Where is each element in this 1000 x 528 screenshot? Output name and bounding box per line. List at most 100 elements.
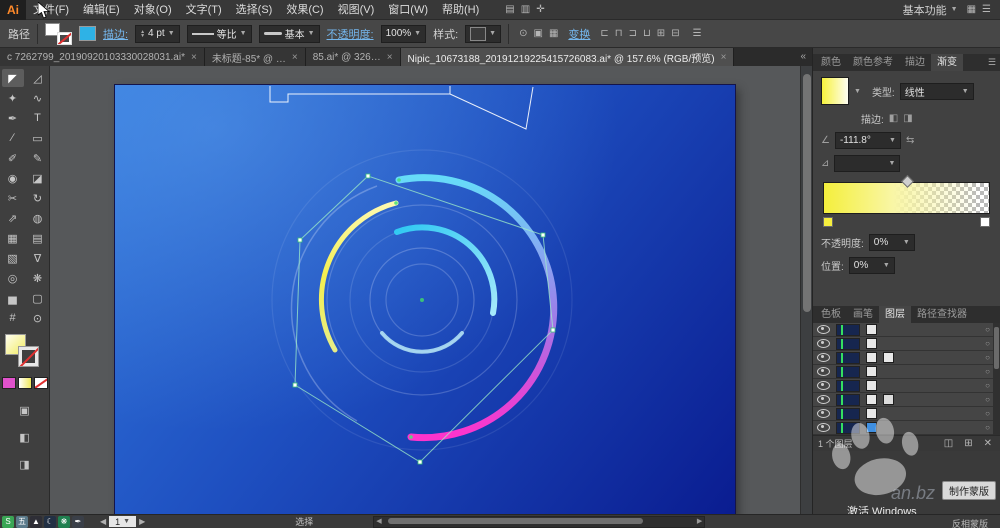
horizontal-scrollbar-thumb[interactable]	[388, 517, 644, 524]
menu-item-6[interactable]: 视图(V)	[331, 0, 382, 20]
visibility-eye-icon[interactable]	[817, 381, 830, 390]
caret-down-icon[interactable]: ▼	[489, 30, 496, 37]
stroke-link[interactable]: 描边:	[103, 26, 128, 42]
caret-down-icon[interactable]: ▼	[414, 30, 421, 37]
visibility-eye-icon[interactable]	[817, 353, 830, 362]
scroll-right-icon[interactable]: ▶	[697, 517, 702, 525]
align-icon-1[interactable]: ⊓	[612, 24, 626, 44]
reverse-gradient-icon[interactable]: ⇆	[906, 135, 914, 146]
next-artboard-icon[interactable]: ▶	[139, 517, 145, 526]
panel-tab2-2[interactable]: 图层	[879, 306, 911, 323]
scale-tool[interactable]: ⇗	[2, 209, 24, 227]
menu-right-icon-1[interactable]: ☰	[979, 0, 994, 20]
menu-item-4[interactable]: 选择(S)	[229, 0, 280, 20]
close-tab-icon[interactable]: ×	[721, 52, 727, 63]
stroke-gradient-across-icon[interactable]: ◨	[903, 113, 912, 124]
close-tab-icon[interactable]: ×	[191, 52, 197, 63]
caret-down-icon[interactable]: ▼	[240, 30, 247, 37]
layers-scrollbar-thumb[interactable]	[994, 327, 999, 369]
toolbar-mode-icon-1[interactable]: ◧	[14, 428, 36, 446]
blend-tool[interactable]: ◎	[2, 269, 24, 287]
document-tab-3[interactable]: Nipic_10673188_20191219225415726083.ai* …	[400, 48, 735, 66]
pencil-tool[interactable]: ✎	[27, 149, 49, 167]
layer-row[interactable]: ○	[813, 337, 1000, 351]
layer-row[interactable]: ○	[813, 323, 1000, 337]
taskbar-icon-4[interactable]: ❋	[58, 515, 70, 528]
toolbar-mode-icon-2[interactable]: ◨	[14, 455, 36, 473]
layer-target-icon[interactable]: ○	[985, 353, 990, 362]
blob-brush-tool[interactable]: ◉	[2, 169, 24, 187]
caret-down-icon[interactable]: ▼	[854, 88, 861, 95]
lasso-tool[interactable]: ∿	[27, 89, 49, 107]
yellow-arc[interactable]	[318, 200, 399, 353]
cyan-arc[interactable]	[394, 224, 498, 316]
menu-item-5[interactable]: 效果(C)	[279, 0, 330, 20]
layers-scrollbar[interactable]	[993, 323, 1000, 435]
scissors-tool[interactable]: ✂	[2, 189, 24, 207]
document-tab-1[interactable]: 未标题-85* @ … ×	[204, 48, 306, 66]
align-icon-2[interactable]: ⊐	[626, 24, 640, 44]
gradient-angle-field[interactable]: -111.8° ▼	[834, 132, 901, 149]
close-tab-icon[interactable]: ×	[292, 52, 298, 63]
menu-right-icon-0[interactable]: ▦	[964, 0, 979, 20]
brush-dropdown[interactable]: 基本 ▼	[258, 24, 320, 43]
panel-tab-2[interactable]: 描边	[899, 54, 931, 71]
control-doc-icon-2[interactable]: ▦	[546, 24, 561, 44]
eraser-tool[interactable]: ◪	[27, 169, 49, 187]
panel-tab-1[interactable]: 颜色参考	[847, 54, 899, 71]
layer-target-icon[interactable]: ○	[985, 395, 990, 404]
menu-bar-icon-0[interactable]: ▤	[502, 0, 517, 20]
visibility-eye-icon[interactable]	[817, 395, 830, 404]
menu-item-8[interactable]: 帮助(H)	[435, 0, 486, 20]
artboard-number-field[interactable]: 1 ▼	[109, 516, 137, 527]
stepper-arrows-icon[interactable]: ▲ ▼	[140, 29, 145, 38]
layer-row[interactable]: ○	[813, 365, 1000, 379]
pen-tool[interactable]: ✒	[2, 109, 24, 127]
canvas-area[interactable]	[50, 66, 812, 514]
menu-item-7[interactable]: 窗口(W)	[381, 0, 435, 20]
panel-tab2-1[interactable]: 画笔	[847, 306, 879, 323]
layer-target-icon[interactable]: ○	[985, 423, 990, 432]
align-icon-4[interactable]: ⊞	[654, 24, 668, 44]
panel-tab-3[interactable]: 渐变	[931, 54, 963, 71]
stroke-weight-field[interactable]: ▲ ▼ 4 pt ▼	[135, 24, 180, 43]
horizontal-scrollbar[interactable]: ◀ ▶	[373, 515, 706, 528]
magic-wand-tool[interactable]: ✦	[2, 89, 24, 107]
opacity-link[interactable]: 不透明度:	[327, 26, 374, 42]
workspace-switcher[interactable]: 基本功能 ▼	[897, 2, 964, 18]
symbol-sprayer-tool[interactable]: ❋	[27, 269, 49, 287]
caret-down-icon[interactable]: ▼	[168, 30, 175, 37]
layer-target-icon[interactable]: ○	[985, 367, 990, 376]
type-tool[interactable]: T	[27, 109, 49, 127]
layer-target-icon[interactable]: ○	[985, 409, 990, 418]
stroke-color-well[interactable]	[79, 26, 96, 41]
zoom-tool[interactable]: ⊙	[27, 309, 49, 327]
align-icon-3[interactable]: ⊔	[640, 24, 654, 44]
paintbrush-tool[interactable]: ✐	[2, 149, 24, 167]
direct-selection-tool[interactable]: ◿	[27, 69, 49, 87]
gradient-stop-right[interactable]	[980, 217, 990, 227]
stroke-well[interactable]	[18, 346, 39, 367]
color-type-trio[interactable]	[0, 377, 49, 389]
width-profile-dropdown[interactable]: 等比 ▼	[186, 24, 252, 43]
gradient-opacity-field[interactable]: 0% ▼	[868, 234, 915, 251]
panel-tab2-3[interactable]: 路径查找器	[911, 306, 973, 323]
panel-menu-icon[interactable]: ☰	[690, 24, 705, 44]
caret-down-icon[interactable]: ▼	[308, 30, 315, 37]
white-outline-path[interactable]	[269, 86, 534, 130]
collapse-dock-icon[interactable]: «	[794, 48, 812, 66]
gradient-stop-left[interactable]	[823, 217, 833, 227]
layer-row[interactable]: ○	[813, 393, 1000, 407]
vertical-scrollbar[interactable]	[800, 66, 812, 514]
gradient-type-dropdown[interactable]: 线性 ▼	[899, 82, 974, 100]
document-tab-2[interactable]: 85.ai* @ 326… ×	[305, 48, 401, 66]
mesh-tool[interactable]: ▤	[27, 229, 49, 247]
close-tab-icon[interactable]: ×	[387, 52, 393, 63]
rotate-tool[interactable]: ↻	[27, 189, 49, 207]
panel-tab2-0[interactable]: 色板	[815, 306, 847, 323]
gradient-aspect-field[interactable]: ▼	[834, 155, 901, 172]
layer-target-icon[interactable]: ○	[985, 381, 990, 390]
taskbar-icon-0[interactable]: S	[2, 515, 14, 528]
menu-item-0[interactable]: 文件(F)	[26, 0, 76, 20]
control-doc-icon-0[interactable]: ⊙	[516, 24, 530, 44]
